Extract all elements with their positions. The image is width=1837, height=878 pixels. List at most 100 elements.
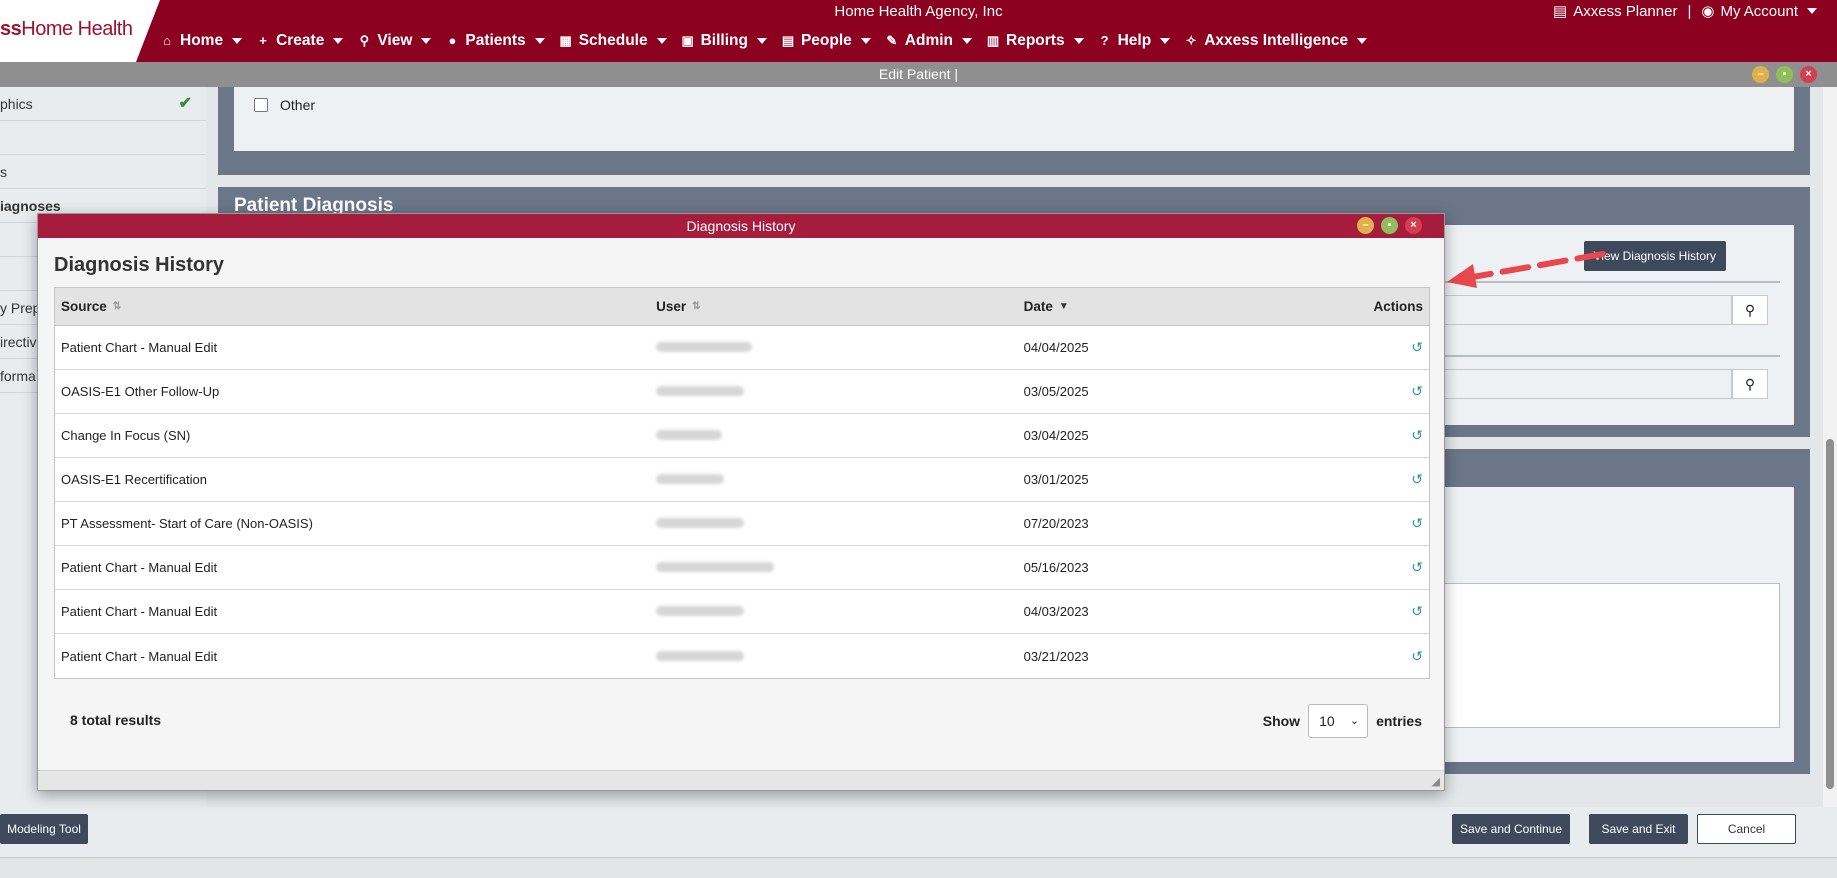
id-card-icon: ▤ — [781, 33, 795, 48]
user-cell — [650, 649, 1017, 664]
nav-home[interactable]: ⌂ Home — [160, 32, 243, 50]
redacted-user — [656, 650, 745, 661]
sidebar-item[interactable]: phics ✔ — [0, 87, 206, 121]
nav-reports[interactable]: ▥ Reports — [986, 32, 1084, 50]
source-cell: OASIS-E1 Other Follow-Up — [61, 384, 220, 399]
column-source[interactable]: Source ⇅ — [55, 288, 650, 325]
chevron-down-icon — [333, 38, 344, 44]
modal-maximize-button[interactable]: ▪ — [1381, 217, 1398, 234]
window-minimize-button[interactable]: – — [1752, 66, 1769, 83]
column-user[interactable]: User ⇅ — [650, 288, 1017, 325]
source-cell: Change In Focus (SN) — [61, 428, 191, 443]
source-cell: Patient Chart - Manual Edit — [61, 604, 218, 619]
window-title: Edit Patient | — [878, 66, 959, 82]
modal-close-button[interactable]: × — [1405, 217, 1422, 234]
top-right-menu: ▤ Axxess Planner | ◉ My Account — [1553, 2, 1817, 20]
modal-minimize-button[interactable]: – — [1357, 217, 1374, 234]
save-and-continue-button[interactable]: Save and Continue — [1452, 814, 1570, 844]
history-icon[interactable]: ↺ — [1411, 603, 1423, 619]
history-icon[interactable]: ↺ — [1411, 515, 1423, 531]
wrench-icon: ✎ — [886, 33, 898, 48]
modeling-tool-button[interactable]: Modeling Tool — [0, 814, 88, 844]
axxess-planner-link[interactable]: ▤ Axxess Planner — [1553, 2, 1677, 21]
main-nav: ⌂ Home + Create ⚲ View ● Patients ▦ Schedule ▣ Bill… — [160, 28, 1368, 54]
nav-create[interactable]: + Create — [256, 32, 344, 50]
table-row: OASIS-E1 Recertification 03/01/2025 ↺ — [55, 458, 1429, 502]
actions-cell: ↺ — [1267, 471, 1429, 488]
annotation-arrow — [1447, 251, 1606, 288]
search-icon: ⚲ — [1744, 302, 1756, 318]
actions-cell: ↺ — [1267, 559, 1429, 576]
plus-icon: + — [259, 33, 267, 48]
modal-title-bar[interactable]: Diagnosis History – ▪ × — [38, 214, 1444, 238]
user-cell — [650, 384, 1017, 399]
date-cell: 03/21/2023 — [1023, 648, 1089, 664]
table-row: Change In Focus (SN) 03/04/2025 ↺ — [55, 414, 1429, 458]
other-checkbox-row: Other — [254, 97, 315, 113]
my-account-menu[interactable]: ◉ My Account — [1701, 2, 1817, 20]
redacted-user — [656, 518, 745, 528]
modal-heading: Diagnosis History — [54, 254, 225, 276]
diagnosis-history-modal: Diagnosis History – ▪ × Diagnosis Histor… — [37, 213, 1445, 791]
chevron-down-icon — [1357, 38, 1368, 44]
history-icon[interactable]: ↺ — [1411, 427, 1423, 443]
logo[interactable]: ssHome Health — [0, 18, 133, 41]
table-header: Source ⇅ User ⇅ Date ▼ Actions — [55, 288, 1429, 326]
history-icon[interactable]: ↺ — [1411, 471, 1423, 487]
money-icon: ▣ — [681, 33, 694, 48]
diagnosis-history-table: Source ⇅ User ⇅ Date ▼ Actions Patient Char… — [54, 287, 1430, 679]
history-icon[interactable]: ↺ — [1411, 339, 1423, 355]
chevron-down-icon — [232, 38, 243, 44]
table-row: Patient Chart - Manual Edit 04/04/2025 ↺ — [55, 326, 1429, 370]
save-and-exit-button[interactable]: Save and Exit — [1589, 814, 1688, 844]
page-size-select[interactable]: 10 ⌄ — [1308, 704, 1369, 738]
table-row: OASIS-E1 Other Follow-Up 03/05/2025 ↺ — [55, 370, 1429, 414]
top-separator: | — [1687, 2, 1692, 20]
total-results: 8 total results — [70, 712, 162, 728]
nav-admin[interactable]: ✎ Admin — [885, 32, 973, 50]
chevron-down-icon — [534, 38, 545, 44]
window-close-button[interactable]: × — [1800, 66, 1817, 83]
history-icon[interactable]: ↺ — [1411, 648, 1423, 664]
page-size-control: Show 10 ⌄ entries — [1263, 704, 1422, 738]
sort-icon: ⇅ — [692, 300, 701, 312]
date-cell: 04/04/2025 — [1023, 340, 1089, 355]
nav-schedule[interactable]: ▦ Schedule — [559, 32, 667, 50]
status-bar — [0, 857, 1837, 878]
column-date[interactable]: Date ▼ — [1018, 288, 1268, 325]
window-maximize-button[interactable]: ▪ — [1776, 66, 1793, 83]
source-cell: PT Assessment- Start of Care (Non-OASIS) — [61, 516, 313, 531]
history-icon[interactable]: ↺ — [1411, 559, 1423, 575]
other-checkbox[interactable] — [254, 98, 268, 112]
user-cell — [650, 472, 1017, 487]
column-actions: Actions — [1373, 298, 1424, 314]
scrollbar-thumb[interactable] — [1826, 439, 1834, 789]
chevron-down-icon — [756, 38, 767, 44]
actions-cell: ↺ — [1267, 648, 1429, 665]
table-row: PT Assessment- Start of Care (Non-OASIS)… — [55, 502, 1429, 546]
actions-cell: ↺ — [1267, 339, 1429, 356]
chevron-down-icon: ⌄ — [1349, 715, 1360, 727]
chevron-down-icon — [1807, 8, 1817, 14]
diagnosis-search-button-2[interactable]: ⚲ — [1732, 369, 1768, 399]
history-icon[interactable]: ↺ — [1411, 383, 1423, 399]
redacted-user — [656, 430, 723, 440]
nav-view[interactable]: ⚲ View — [357, 32, 432, 50]
nav-people[interactable]: ▤ People — [781, 32, 871, 50]
sidebar-item[interactable] — [0, 121, 206, 155]
chart-icon: ▥ — [986, 33, 1000, 48]
redacted-user — [656, 474, 725, 484]
source-cell: OASIS-E1 Recertification — [61, 472, 207, 487]
date-cell: 07/20/2023 — [1023, 516, 1089, 531]
nav-patients[interactable]: ● Patients — [445, 32, 545, 50]
nav-help[interactable]: ? Help — [1098, 32, 1171, 50]
search-icon: ⚲ — [359, 33, 370, 48]
nav-axxess-intelligence[interactable]: ✧ Axxess Intelligence — [1184, 32, 1368, 50]
sidebar-item[interactable]: s — [0, 155, 206, 189]
vertical-scrollbar[interactable] — [1823, 87, 1837, 807]
resize-handle-icon[interactable]: ◢ — [1432, 775, 1440, 788]
cancel-button[interactable]: Cancel — [1697, 814, 1796, 844]
nav-billing[interactable]: ▣ Billing — [681, 32, 767, 50]
redacted-user — [656, 606, 745, 616]
diagnosis-search-button[interactable]: ⚲ — [1732, 295, 1768, 325]
